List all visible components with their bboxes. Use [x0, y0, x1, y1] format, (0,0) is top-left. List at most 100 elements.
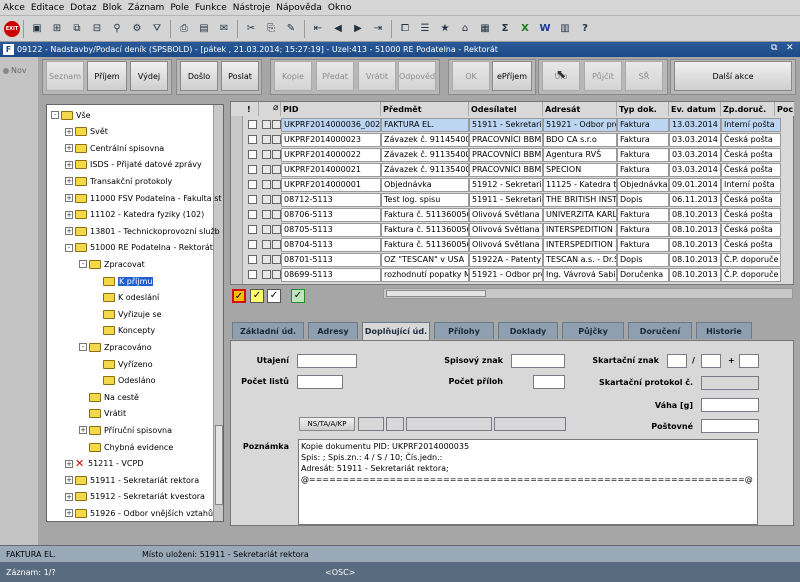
attach-icon[interactable]: ⧠ [395, 19, 415, 39]
table-cell[interactable]: 03.03.2014 [669, 133, 721, 147]
table-cell[interactable]: 11125 - Katedra te [543, 178, 617, 192]
table-cell[interactable]: Faktura č. 5113600569 [381, 238, 469, 252]
table-cell[interactable]: 08.10.2013 [669, 268, 721, 282]
table-cell[interactable]: UKPRF2014000021 [281, 163, 381, 177]
table-cell[interactable]: 03.03.2014 [669, 163, 721, 177]
tab[interactable]: Doplňující úd. [362, 322, 430, 340]
table-cell[interactable]: Faktura [617, 118, 669, 132]
row-checkbox[interactable] [248, 165, 257, 174]
poslat-button[interactable]: Poslat [221, 61, 259, 91]
calc-icon[interactable]: ▦ [475, 19, 495, 39]
table-cell[interactable]: SPECION [543, 163, 617, 177]
table-cell[interactable]: PRACOVNÍCI BBM [469, 163, 543, 177]
table-cell[interactable]: Č.P. doporuče [721, 253, 781, 267]
column-header[interactable]: Adresát [543, 102, 617, 116]
row-checkbox[interactable] [248, 240, 257, 249]
tree-node[interactable]: - Vše [51, 109, 91, 121]
table-cell[interactable]: Doručenka [617, 268, 669, 282]
table-cell[interactable]: Česká pošta [721, 223, 781, 237]
menu-item-2[interactable]: Dotaz [70, 3, 96, 13]
prev-record-icon[interactable]: ◀ [328, 19, 348, 39]
table-vertical-scrollbar[interactable] [231, 116, 243, 284]
expand-icon[interactable]: + [65, 210, 73, 219]
table-cell[interactable]: 08.10.2013 [669, 253, 721, 267]
table-cell[interactable]: 51911 - Sekretariá [469, 118, 543, 132]
ok-button[interactable]: OK [452, 61, 490, 91]
tab[interactable]: Doručení [628, 322, 692, 339]
utajeni-field[interactable] [297, 354, 357, 368]
menu-item-1[interactable]: Editace [31, 3, 64, 13]
table-cell[interactable]: Česká pošta [721, 208, 781, 222]
predat-button[interactable]: Předat [316, 61, 354, 91]
exit-icon[interactable]: EXIT [4, 20, 20, 37]
column-header[interactable]: Zp.doruč. [721, 102, 775, 116]
row-checkbox[interactable] [248, 270, 257, 279]
odpoved-button[interactable]: Odpověď [398, 61, 436, 91]
table-row[interactable]: 08712-5113 Test log. spisu 51911 - Sekreta… [245, 193, 793, 207]
table-cell[interactable]: Faktura [617, 163, 669, 177]
row-checkbox[interactable] [248, 225, 257, 234]
vratit-button[interactable]: Vrátit [358, 61, 396, 91]
table-cell[interactable]: Faktura [617, 238, 669, 252]
row-checkbox[interactable] [248, 150, 257, 159]
tree-node[interactable]: + Příruční spisovna [79, 424, 172, 436]
expand-icon[interactable]: + [65, 177, 73, 186]
tab[interactable]: Půjčky [562, 322, 624, 339]
close-icon[interactable]: ✕ [786, 43, 794, 53]
table-cell[interactable]: PRACOVNÍCI BBM [469, 133, 543, 147]
ns-ta-button[interactable]: NS/TA/A/KP [299, 417, 355, 431]
expand-icon[interactable]: + [65, 509, 73, 518]
expand-icon[interactable]: + [65, 144, 73, 153]
filter-check-green[interactable]: ✓ [291, 289, 305, 303]
table-cell[interactable]: 08699-5113 [281, 268, 381, 282]
column-header[interactable]: Odesílatel [469, 102, 543, 116]
home-icon[interactable]: ⌂ [455, 19, 475, 39]
tree-node[interactable]: Na cestě [79, 391, 139, 403]
table-cell[interactable]: THE BRITISH INSTI [543, 193, 617, 207]
vydej-button[interactable]: Výdej [130, 61, 168, 91]
row-checkbox[interactable] [248, 195, 257, 204]
menu-item-7[interactable]: Nástroje [233, 3, 271, 13]
table-cell[interactable]: FAKTURA EL. [381, 118, 469, 132]
table-row[interactable]: 08701-5113 OZ "TESCAN" v USA 51922A - Pate… [245, 253, 793, 267]
tree-node[interactable]: K odeslání [93, 292, 159, 304]
paste-icon[interactable]: ⎘ [261, 19, 281, 39]
table-cell[interactable]: Olivová Světlana [469, 223, 543, 237]
expand-icon[interactable]: + [65, 227, 73, 236]
column-header[interactable]: Typ dok. [617, 102, 669, 116]
table-horizontal-scrollbar[interactable] [383, 288, 793, 299]
eprijem-button[interactable]: ePříjem [492, 61, 532, 91]
skartacni-plus-field[interactable] [739, 354, 759, 368]
word-icon[interactable]: W [535, 19, 555, 39]
table-cell[interactable]: Test log. spisu [381, 193, 469, 207]
column-header[interactable]: ! [245, 102, 259, 116]
filter-check-yellow[interactable]: ✓ [250, 289, 264, 303]
tree-scrollbar[interactable] [213, 105, 223, 521]
next-record-icon[interactable]: ▶ [348, 19, 368, 39]
table-row[interactable]: UKPRF2014000023 Závazek č. 911454000 PRACO… [245, 133, 793, 147]
table-cell[interactable]: Závazek č. 911354000 [381, 163, 469, 177]
tree-node[interactable]: +51911 - Sekretariát rektora [65, 474, 199, 486]
expand-icon[interactable]: + [65, 492, 73, 501]
table-cell[interactable]: Faktura [617, 208, 669, 222]
tree-node[interactable]: + Centrální spisovna [65, 142, 164, 154]
save-icon[interactable]: ▣ [27, 19, 47, 39]
table-cell[interactable]: Objednávka [617, 178, 669, 192]
table-cell[interactable]: PRACOVNÍCI BBM [469, 148, 543, 162]
table-cell[interactable]: Č.P. doporuče [721, 268, 781, 282]
table-cell[interactable]: 51921 - Odbor pro [469, 268, 543, 282]
table-cell[interactable]: Česká pošta [721, 238, 781, 252]
tree-node[interactable]: - Zpracováno [79, 341, 152, 353]
preview-icon[interactable]: ▤ [194, 19, 214, 39]
table-cell[interactable]: Česká pošta [721, 133, 781, 147]
table-cell[interactable]: Faktura č. 5113600569 [381, 208, 469, 222]
collapse-icon[interactable]: - [79, 260, 87, 269]
pocet-listu-field[interactable] [297, 375, 343, 389]
menu-item-6[interactable]: Funkce [195, 3, 227, 13]
first-record-icon[interactable]: ⇤ [308, 19, 328, 39]
table-cell[interactable]: Závazek č. 911454000 [381, 133, 469, 147]
table-cell[interactable]: Závazek č. 911354000 [381, 148, 469, 162]
menu-item-3[interactable]: Blok [103, 3, 122, 13]
skartacni-lhuta-field[interactable] [701, 354, 721, 368]
tree-node[interactable]: Vrátit [79, 408, 126, 420]
